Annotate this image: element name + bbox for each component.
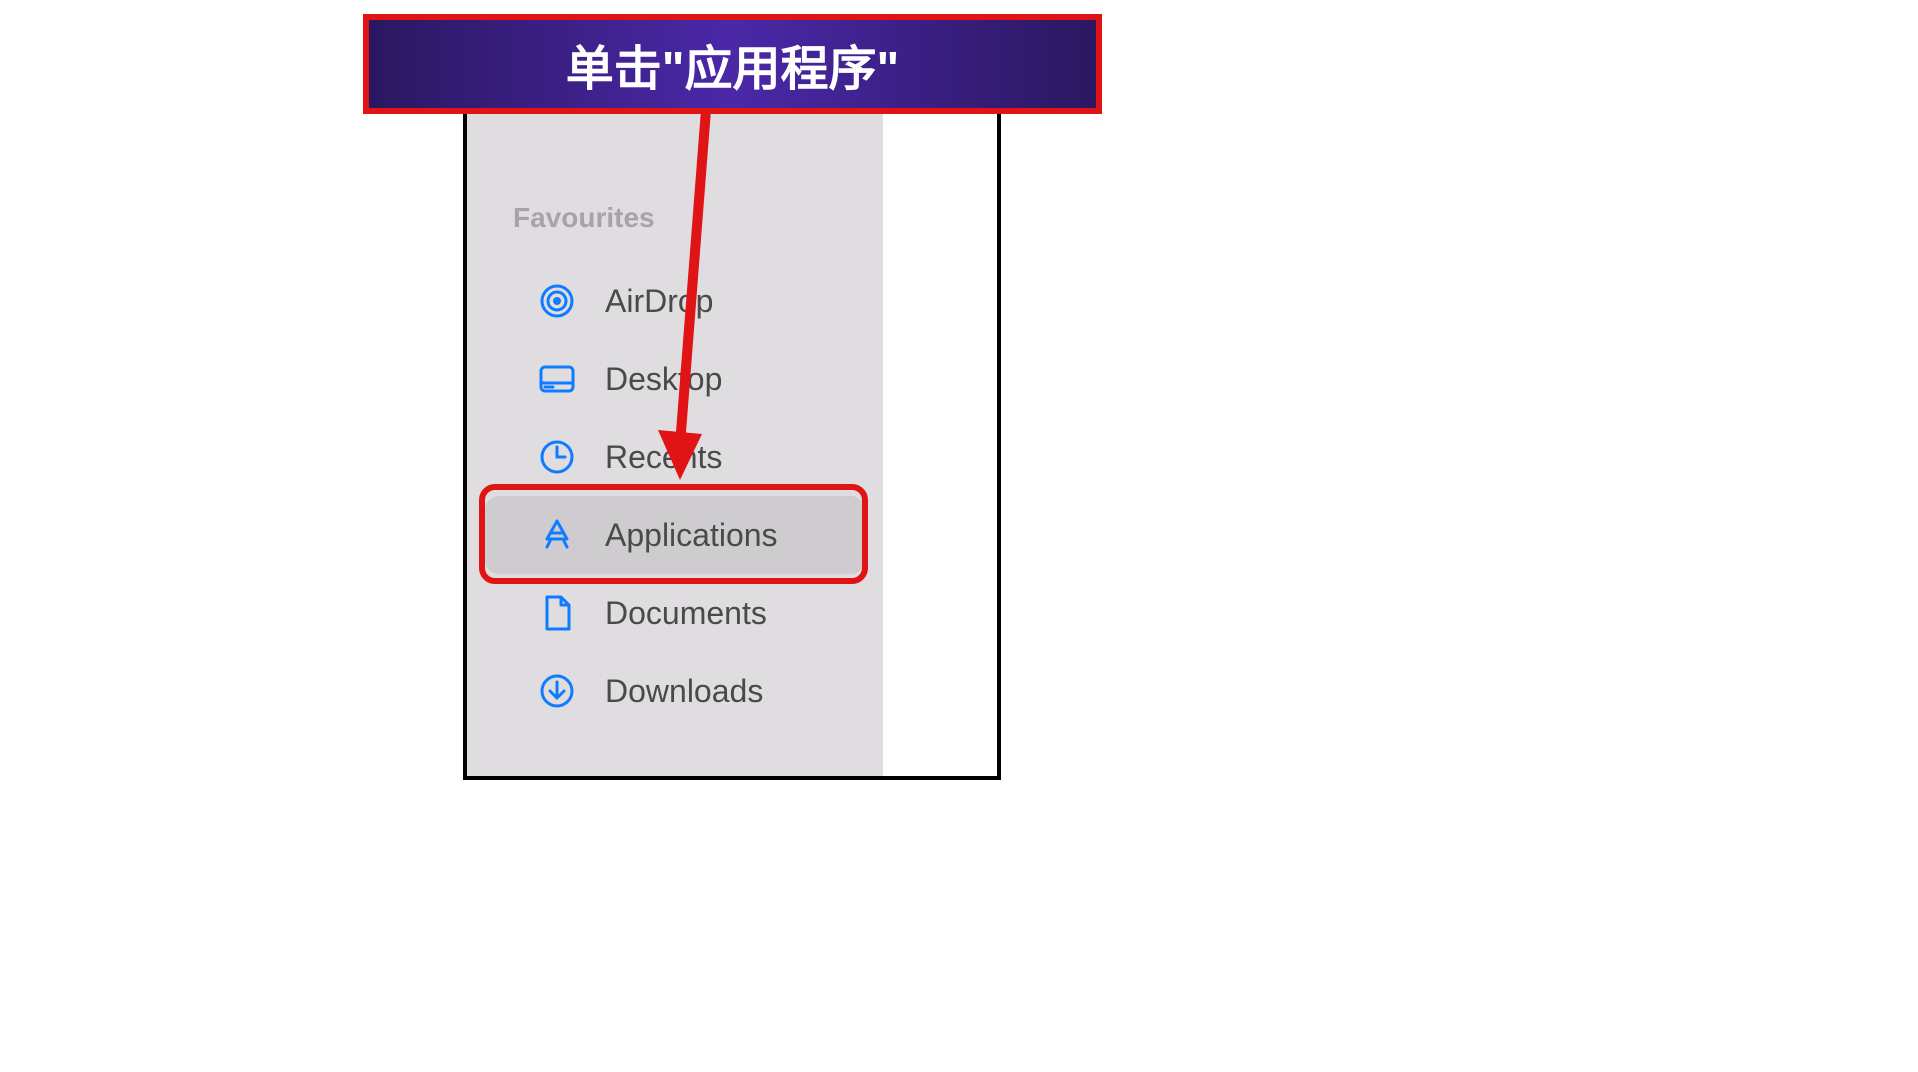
sidebar-item-documents[interactable]: Documents bbox=[485, 574, 865, 652]
instruction-text: 单击"应用程序" bbox=[566, 29, 900, 99]
sidebar-item-label: Downloads bbox=[605, 673, 763, 710]
sidebar-item-label: Desktop bbox=[605, 361, 722, 398]
sidebar-item-label: Applications bbox=[605, 517, 778, 554]
sidebar-item-label: AirDrop bbox=[605, 283, 713, 320]
applications-icon bbox=[537, 515, 577, 555]
finder-content-area bbox=[883, 27, 997, 776]
finder-window: Favourites AirDrop Desktop bbox=[463, 23, 1001, 780]
sidebar-item-downloads[interactable]: Downloads bbox=[485, 652, 865, 730]
finder-sidebar: Favourites AirDrop Desktop bbox=[467, 27, 883, 776]
desktop-icon bbox=[537, 359, 577, 399]
sidebar-item-recents[interactable]: Recents bbox=[485, 418, 865, 496]
downloads-icon bbox=[537, 671, 577, 711]
recents-icon bbox=[537, 437, 577, 477]
airdrop-icon bbox=[537, 281, 577, 321]
sidebar-item-desktop[interactable]: Desktop bbox=[485, 340, 865, 418]
documents-icon bbox=[537, 593, 577, 633]
sidebar-item-airdrop[interactable]: AirDrop bbox=[485, 262, 865, 340]
sidebar-item-label: Recents bbox=[605, 439, 722, 476]
sidebar-item-applications[interactable]: Applications bbox=[485, 496, 865, 574]
sidebar-item-label: Documents bbox=[605, 595, 767, 632]
instruction-callout: 单击"应用程序" bbox=[363, 14, 1102, 114]
sidebar-section-favourites: Favourites bbox=[467, 202, 883, 234]
